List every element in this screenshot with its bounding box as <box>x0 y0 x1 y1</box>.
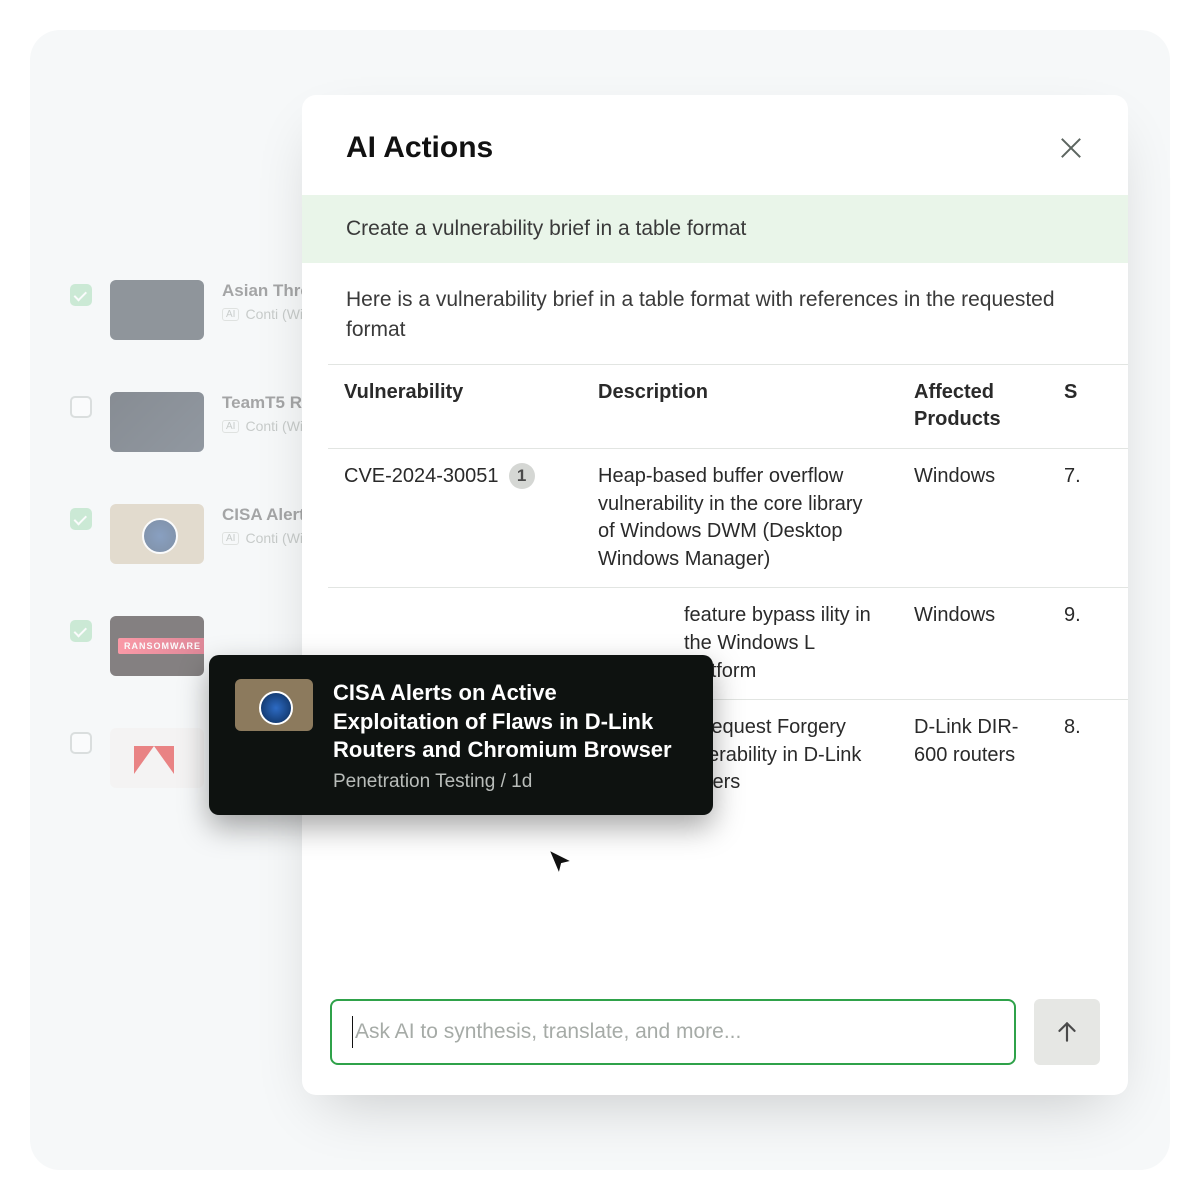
ai-chip: AI <box>222 308 239 321</box>
article-checkbox[interactable] <box>70 620 92 642</box>
article-thumbnail <box>110 616 204 676</box>
article-checkbox[interactable] <box>70 396 92 418</box>
response-intro: Here is a vulnerability brief in a table… <box>302 263 1128 364</box>
article-thumbnail <box>110 392 204 452</box>
col-affected: Affected Products <box>898 365 1048 448</box>
col-vulnerability: Vulnerability <box>328 365 582 448</box>
panel-title: AI Actions <box>346 131 493 165</box>
arrow-up-icon <box>1054 1019 1080 1045</box>
ai-actions-panel: AI Actions Create a vulnerability brief … <box>302 95 1128 1095</box>
tooltip-thumbnail <box>235 679 313 731</box>
ai-chip: AI <box>222 420 239 433</box>
article-checkbox[interactable] <box>70 284 92 306</box>
cve-score: 8. <box>1048 700 1128 811</box>
tooltip-meta: Penetration Testing / 1d <box>333 771 687 793</box>
article-preview-tooltip: CISA Alerts on Active Exploitation of Fl… <box>209 655 713 815</box>
input-placeholder: Ask AI to synthesis, translate, and more… <box>355 1020 741 1044</box>
cve-description: Heap-based buffer overflow vulnerability… <box>582 449 898 587</box>
close-icon[interactable] <box>1058 135 1084 161</box>
article-thumbnail <box>110 728 204 788</box>
article-thumbnail <box>110 504 204 564</box>
prompt-strip: Create a vulnerability brief in a table … <box>302 195 1128 263</box>
col-description: Description <box>582 365 898 448</box>
cve-id: CVE-2024-30051 <box>344 463 499 491</box>
ask-ai-input[interactable]: Ask AI to synthesis, translate, and more… <box>330 999 1016 1065</box>
cursor-icon <box>547 848 573 874</box>
article-checkbox[interactable] <box>70 508 92 530</box>
ai-chip: AI <box>222 532 239 545</box>
ref-badge[interactable]: 1 <box>509 463 535 489</box>
cve-score: 7. <box>1048 449 1128 587</box>
tooltip-title: CISA Alerts on Active Exploitation of Fl… <box>333 679 687 765</box>
cve-affected: Windows <box>898 588 1048 699</box>
col-score: S <box>1048 365 1128 448</box>
cve-affected: Windows <box>898 449 1048 587</box>
table-header-row: Vulnerability Description Affected Produ… <box>328 365 1128 449</box>
table-row: CVE-2024-30051 1 Heap-based buffer overf… <box>328 449 1128 588</box>
article-thumbnail <box>110 280 204 340</box>
article-checkbox[interactable] <box>70 732 92 754</box>
cve-score: 9. <box>1048 588 1128 699</box>
send-button[interactable] <box>1034 999 1100 1065</box>
cve-affected: D-Link DIR-600 routers <box>898 700 1048 811</box>
